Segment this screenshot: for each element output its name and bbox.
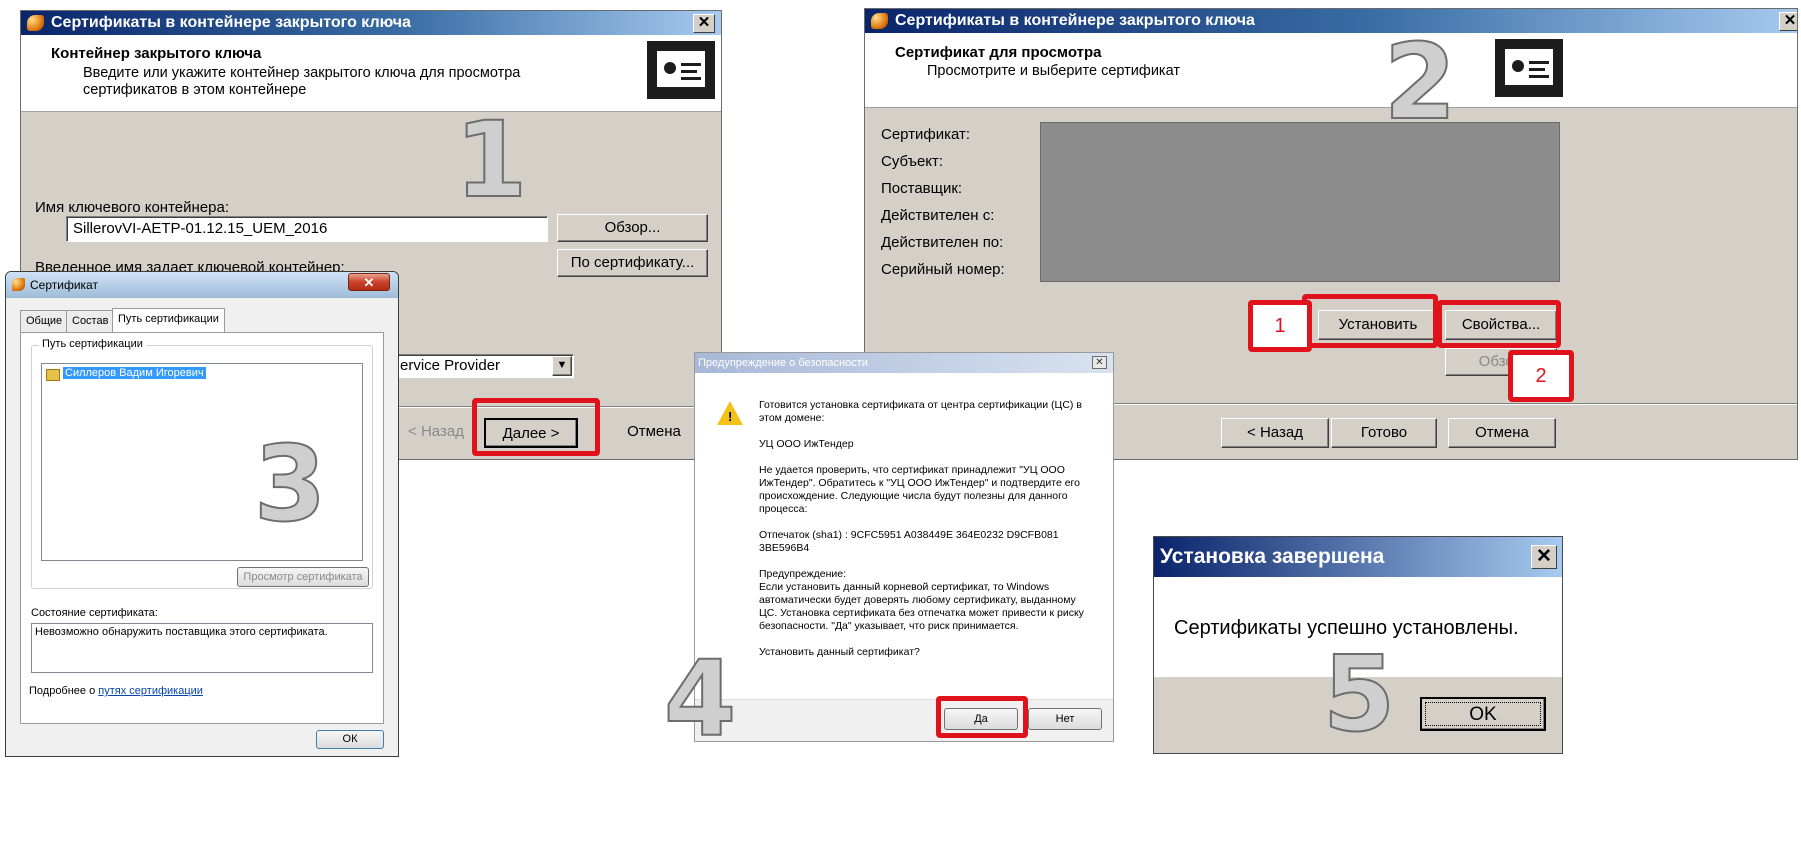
ok-button[interactable]: OK — [1420, 697, 1546, 731]
warning-p3: Не удается проверить, что сертификат при… — [759, 464, 1080, 515]
certificate-error-icon — [46, 369, 60, 381]
wizard-header: Контейнер закрытого ключа Введите или ук… — [21, 35, 721, 112]
back-button[interactable]: < Назад — [1221, 418, 1329, 448]
back-button[interactable]: < Назад — [391, 418, 481, 446]
app-icon — [27, 15, 44, 31]
highlight-next — [472, 398, 600, 456]
close-icon[interactable]: ✕ — [1779, 12, 1797, 31]
marker-2: 2 — [1508, 350, 1574, 402]
wizard-header: Сертификат для просмотра Просмотрите и в… — [865, 33, 1797, 108]
header-title: Сертификат для просмотра — [895, 44, 1102, 61]
dialog-title: Сертификаты в контейнере закрытого ключа — [895, 12, 1255, 29]
more-info-prefix: Подробнее о — [29, 685, 99, 697]
dialog-security-warning: Предупреждение о безопасности ✕ ! Готови… — [694, 352, 1114, 742]
field-label-issuer: Поставщик: — [881, 180, 963, 197]
field-label-serial: Серийный номер: — [881, 261, 1005, 278]
close-icon[interactable]: ✕ — [693, 14, 715, 33]
view-certificate-button[interactable]: Просмотр сертификата — [237, 567, 369, 587]
more-info: Подробнее о путях сертификации — [29, 685, 203, 697]
title-bar: Предупреждение о безопасности ✕ — [695, 353, 1113, 373]
marker-2-label: 2 — [1535, 365, 1547, 387]
certificate-icon — [647, 41, 715, 99]
field-label-valid-from: Действителен с: — [881, 207, 995, 224]
highlight-properties — [1437, 300, 1561, 348]
field-label-valid-to: Действителен по: — [881, 234, 1004, 251]
container-name-input[interactable]: SillerovVI-AETP-01.12.15_UEM_2016 — [66, 216, 548, 242]
marker-1-label: 1 — [1274, 315, 1286, 337]
highlight-install — [1302, 294, 1438, 348]
browse-button[interactable]: Обзор... — [557, 214, 708, 242]
warning-p5: Если установить данный корневой сертифик… — [759, 581, 1084, 632]
provider-select[interactable]: ervice Provider — [391, 354, 574, 378]
by-certificate-button[interactable]: По сертификату... — [557, 249, 708, 277]
warning-ca-name: УЦ ООО ИжТендер — [759, 438, 854, 450]
close-icon[interactable]: ✕ — [348, 273, 390, 291]
header-subtitle: Введите или укажите контейнер закрытого … — [83, 65, 521, 98]
dialog-title: Сертификаты в контейнере закрытого ключа — [51, 14, 411, 31]
field-label-subject: Субъект: — [881, 153, 944, 170]
dialog-title: Сертификат — [30, 278, 98, 292]
tab-page: Путь сертификации Силлеров Вадим Игореви… — [20, 332, 384, 724]
step-number-5: 5 — [1322, 632, 1396, 754]
step-number-4: 4 — [663, 637, 737, 761]
done-button[interactable]: Готово — [1331, 418, 1437, 448]
cancel-button[interactable]: Отмена — [1448, 418, 1556, 448]
step-number-1: 1 — [454, 98, 528, 222]
dialog-install-complete: Установка завершена ✕ Сертификаты успешн… — [1153, 536, 1563, 754]
certificate-app-icon — [12, 278, 25, 291]
close-icon[interactable]: ✕ — [1092, 356, 1107, 369]
path-tree-item[interactable]: Силлеров Вадим Игоревич — [63, 367, 206, 379]
dialog-title: Установка завершена — [1160, 545, 1385, 568]
app-icon — [871, 13, 888, 29]
warning-body: Готовится установка сертификата от центр… — [759, 399, 1089, 659]
status-label: Состояние сертификата: — [31, 607, 158, 619]
marker-1: 1 — [1248, 300, 1312, 352]
warning-p1: Готовится установка сертификата от центр… — [759, 399, 1082, 424]
title-bar: Сертификат ✕ — [6, 272, 398, 298]
tab-certification-path[interactable]: Путь сертификации — [112, 308, 225, 332]
status-text: Невозможно обнаружить поставщика этого с… — [31, 623, 373, 673]
certificate-icon — [1495, 39, 1563, 97]
header-subtitle: Просмотрите и выберите сертификат — [927, 63, 1180, 79]
title-bar: Сертификаты в контейнере закрытого ключа… — [21, 11, 721, 35]
dialog-title: Предупреждение о безопасности — [698, 357, 868, 369]
title-bar: Установка завершена ✕ — [1154, 537, 1562, 577]
no-button[interactable]: Нет — [1028, 708, 1102, 730]
warning-p5-title: Предупреждение: — [759, 568, 847, 580]
container-name-label: Имя ключевого контейнера: — [35, 199, 229, 216]
content-panel: Общие Состав Путь сертификации Путь серт… — [14, 304, 390, 749]
install-question: Установить данный сертификат? — [759, 646, 920, 658]
thumbprint: Отпечаток (sha1) : 9CFC5951 A038449E 364… — [759, 529, 1059, 554]
header-title: Контейнер закрытого ключа — [51, 45, 262, 62]
dialog-certificate-path: Сертификат ✕ Общие Состав Путь сертифика… — [5, 271, 399, 757]
warning-icon-mark: ! — [728, 409, 733, 424]
field-label-certificate: Сертификат: — [881, 126, 971, 143]
highlight-yes — [936, 696, 1028, 738]
close-icon[interactable]: ✕ — [1531, 545, 1557, 569]
certificate-fields-redacted — [1040, 122, 1560, 282]
ok-button[interactable]: ОК — [316, 730, 384, 749]
title-bar: Сертификаты в контейнере закрытого ключа… — [865, 9, 1797, 33]
path-group-label: Путь сертификации — [39, 338, 146, 350]
cancel-button[interactable]: Отмена — [604, 418, 704, 446]
tab-general[interactable]: Общие — [20, 310, 69, 332]
tab-composition[interactable]: Состав — [66, 310, 115, 332]
step-number-3: 3 — [253, 422, 327, 546]
chevron-down-icon[interactable]: ▼ — [552, 356, 572, 376]
certification-path-link[interactable]: путях сертификации — [98, 685, 203, 697]
